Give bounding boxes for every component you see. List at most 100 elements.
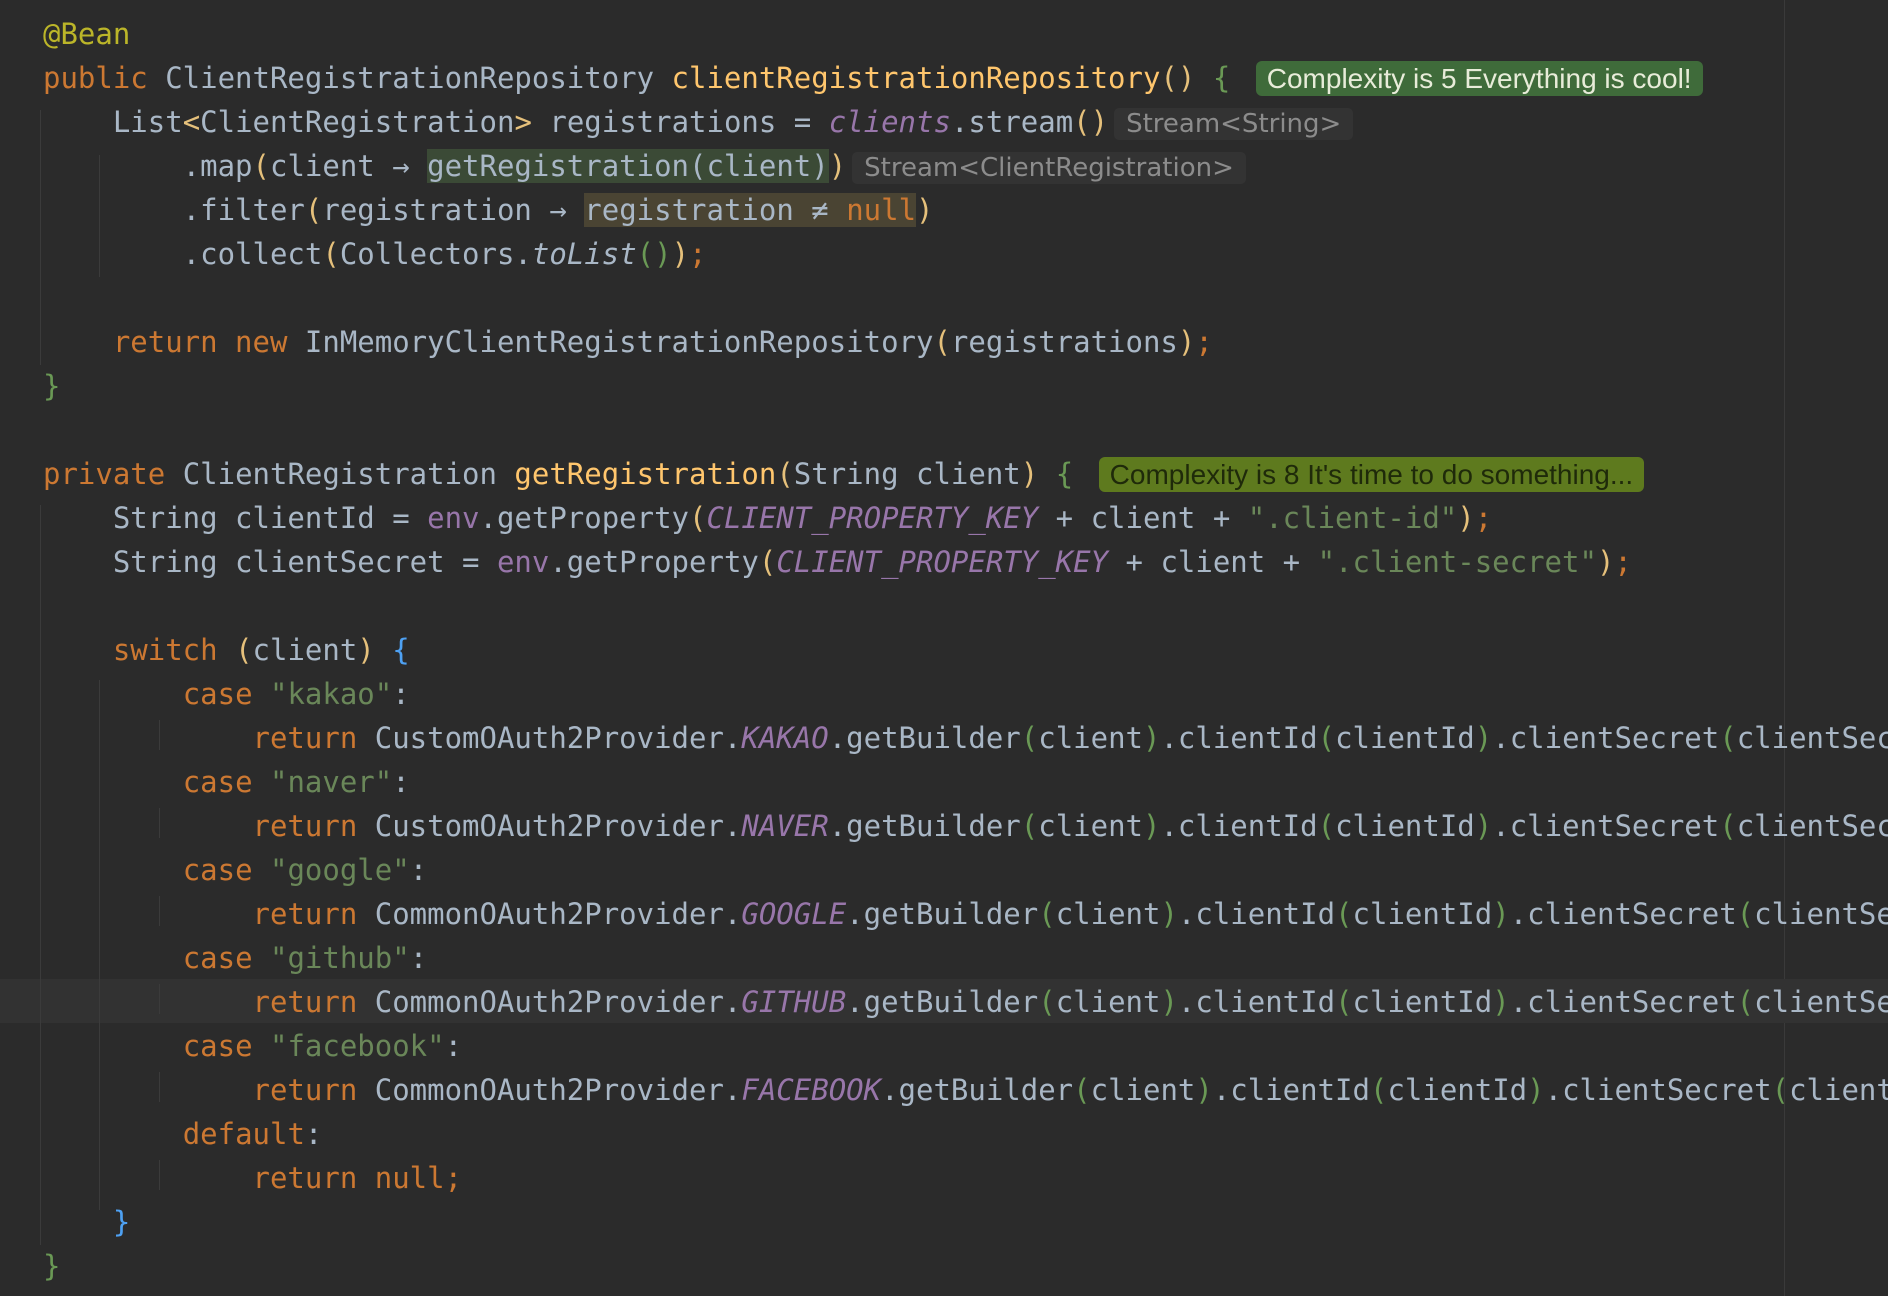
- code-line[interactable]: @Bean: [43, 12, 130, 56]
- code-token: (: [235, 633, 253, 667]
- code-token: KAKAO: [741, 721, 829, 755]
- code-line[interactable]: case "naver":: [43, 760, 410, 804]
- code-token: (: [1335, 897, 1353, 931]
- code-line[interactable]: }: [43, 1200, 130, 1244]
- code-line[interactable]: return CustomOAuth2Provider.NAVER.getBui…: [43, 804, 1888, 848]
- code-token: GITHUB: [741, 985, 847, 1019]
- code-token: CustomOAuth2Provider.: [374, 809, 742, 843]
- code-line[interactable]: default:: [43, 1112, 323, 1156]
- code-line[interactable]: .collect(Collectors.toList());: [43, 232, 707, 276]
- code-token: ): [1492, 897, 1510, 931]
- code-token: ): [1596, 545, 1615, 579]
- code-token: client: [1090, 1073, 1196, 1107]
- code-line[interactable]: switch (client) {: [43, 628, 410, 672]
- code-token: :: [409, 941, 428, 975]
- code-token: return: [252, 809, 375, 843]
- code-token: (: [1719, 721, 1737, 755]
- code-token: ): [828, 149, 847, 183]
- code-token: public: [43, 61, 166, 95]
- code-token: ;: [689, 237, 707, 271]
- type-hint: Stream<ClientRegistration>: [852, 152, 1246, 184]
- code-token: case: [182, 765, 270, 799]
- code-token: ".client-id": [1247, 501, 1458, 535]
- code-token: .clientId: [1160, 809, 1318, 843]
- code-token: return: [252, 897, 375, 931]
- code-token: (: [1317, 809, 1336, 843]
- code-token: (): [1073, 105, 1109, 139]
- code-token: return: [252, 985, 375, 1019]
- code-token: (: [933, 325, 951, 359]
- code-token: toList: [531, 237, 637, 271]
- code-token: ): [1143, 721, 1161, 755]
- code-line[interactable]: List<ClientRegistration> registrations =…: [43, 100, 1354, 144]
- code-token: ): [1177, 325, 1196, 359]
- code-token: ClientRegistration: [200, 105, 515, 139]
- code-line[interactable]: case "kakao":: [43, 672, 410, 716]
- code-token: clientId: [1352, 985, 1493, 1019]
- code-line[interactable]: String clientId = env.getProperty(CLIENT…: [43, 496, 1492, 540]
- code-token: getRegistration(client): [427, 149, 829, 183]
- code-token: CLIENT_PROPERTY_KEY: [776, 545, 1109, 579]
- code-token: clientSecret: [1736, 721, 1888, 755]
- code-line[interactable]: case "google":: [43, 848, 427, 892]
- code-line[interactable]: .map(client → getRegistration(client)) St…: [43, 144, 1246, 188]
- code-line[interactable]: }: [43, 364, 60, 408]
- code-token: (: [758, 545, 777, 579]
- code-line[interactable]: case "github":: [43, 936, 427, 980]
- code-token: (): [1160, 61, 1196, 95]
- code-token: + client +: [1038, 501, 1248, 535]
- code-line[interactable]: private ClientRegistration getRegistrati…: [43, 452, 1645, 496]
- code-token: ): [1160, 897, 1178, 931]
- code-line[interactable]: return new InMemoryClientRegistrationRep…: [43, 320, 1213, 364]
- code-token: <: [182, 105, 201, 139]
- code-token: ): [1195, 1073, 1213, 1107]
- code-token: "kakao": [270, 677, 393, 711]
- code-token: @Bean: [43, 17, 131, 51]
- code-line[interactable]: .filter(registration → registration ≠ nu…: [43, 188, 934, 232]
- code-token: getRegistration: [514, 457, 777, 491]
- code-editor[interactable]: @Bean public ClientRegistrationRepository…: [0, 0, 1888, 1296]
- code-token: {: [1055, 457, 1074, 491]
- code-token: (: [689, 501, 707, 535]
- code-token: default: [182, 1117, 305, 1151]
- code-token: ): [1492, 985, 1510, 1019]
- code-token: ClientRegistrationRepository: [165, 61, 672, 95]
- code-line[interactable]: return CommonOAuth2Provider.GITHUB.getBu…: [43, 980, 1888, 1024]
- code-token: .getBuilder: [828, 721, 1021, 755]
- code-token: clientSecret: [1754, 897, 1888, 931]
- code-token: ): [1527, 1073, 1545, 1107]
- code-token: NAVER: [741, 809, 829, 843]
- code-token: (: [1020, 721, 1039, 755]
- code-line[interactable]: case "facebook":: [43, 1024, 462, 1068]
- code-token: .clientSecret: [1492, 721, 1720, 755]
- type-hint: Stream<String>: [1114, 108, 1354, 140]
- code-line[interactable]: public ClientRegistrationRepository clie…: [43, 56, 1703, 100]
- code-token: (: [776, 457, 794, 491]
- code-token: List: [43, 105, 183, 139]
- code-token: clientId: [1387, 1073, 1528, 1107]
- code-token: null: [846, 193, 917, 227]
- code-token: ): [1474, 721, 1493, 755]
- code-token: (: [1736, 897, 1755, 931]
- code-token: (: [1038, 985, 1056, 1019]
- code-token: case: [182, 677, 270, 711]
- code-line[interactable]: return CommonOAuth2Provider.GOOGLE.getBu…: [43, 892, 1888, 936]
- code-token: env: [496, 545, 550, 579]
- code-token: .clientSecret: [1492, 809, 1720, 843]
- code-line[interactable]: String clientSecret = env.getProperty(CL…: [43, 540, 1632, 584]
- code-line[interactable]: return null;: [43, 1156, 463, 1200]
- code-line[interactable]: return CommonOAuth2Provider.FACEBOOK.get…: [43, 1068, 1888, 1112]
- code-line[interactable]: return CustomOAuth2Provider.KAKAO.getBui…: [43, 716, 1888, 760]
- code-line[interactable]: }: [43, 1244, 60, 1288]
